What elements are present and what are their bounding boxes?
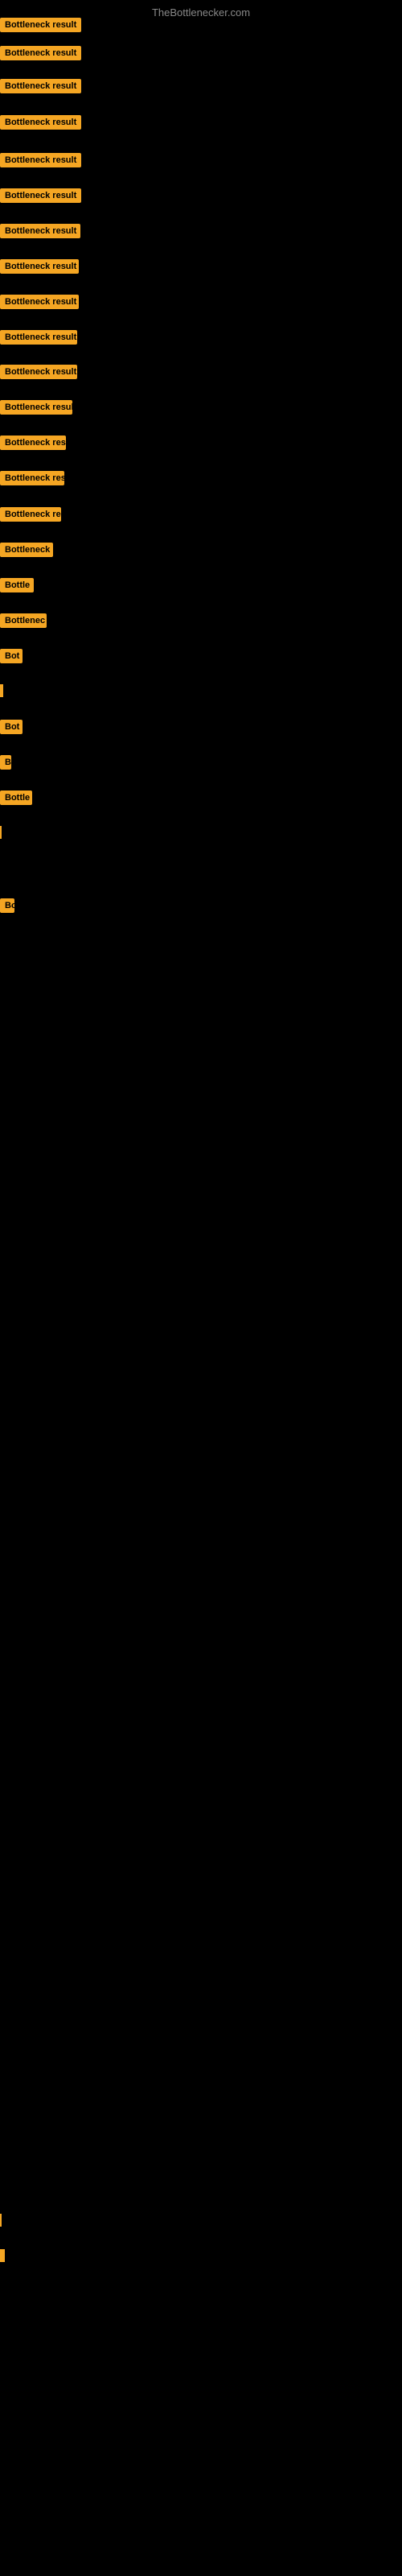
badge-6: Bottleneck result	[0, 188, 81, 203]
badge-24	[0, 826, 2, 839]
badge-9: Bottleneck result	[0, 295, 79, 309]
badge-10: Bottleneck result	[0, 330, 77, 345]
badge-19: Bot	[0, 649, 23, 663]
badge-13: Bottleneck res	[0, 436, 66, 450]
badge-1: Bottleneck result	[0, 18, 81, 32]
badge-12: Bottleneck resul	[0, 400, 72, 415]
badge-2: Bottleneck result	[0, 46, 81, 60]
badge-27	[0, 2249, 5, 2262]
badge-8: Bottleneck result	[0, 259, 79, 274]
badge-16: Bottleneck	[0, 543, 53, 557]
badge-7: Bottleneck result	[0, 224, 80, 238]
badge-5: Bottleneck result	[0, 153, 81, 167]
badge-26	[0, 2214, 2, 2227]
badge-23: Bottle	[0, 791, 32, 805]
badge-17: Bottle	[0, 578, 34, 592]
badge-11: Bottleneck result	[0, 365, 77, 379]
badge-14: Bottleneck res	[0, 471, 64, 485]
badge-4: Bottleneck result	[0, 115, 81, 130]
badge-21: Bot	[0, 720, 23, 734]
badge-3: Bottleneck result	[0, 79, 81, 93]
badge-15: Bottleneck re	[0, 507, 61, 522]
badge-20	[0, 684, 3, 697]
badge-25: Bo	[0, 898, 14, 913]
badge-22: B	[0, 755, 11, 770]
badge-18: Bottlenec	[0, 613, 47, 628]
